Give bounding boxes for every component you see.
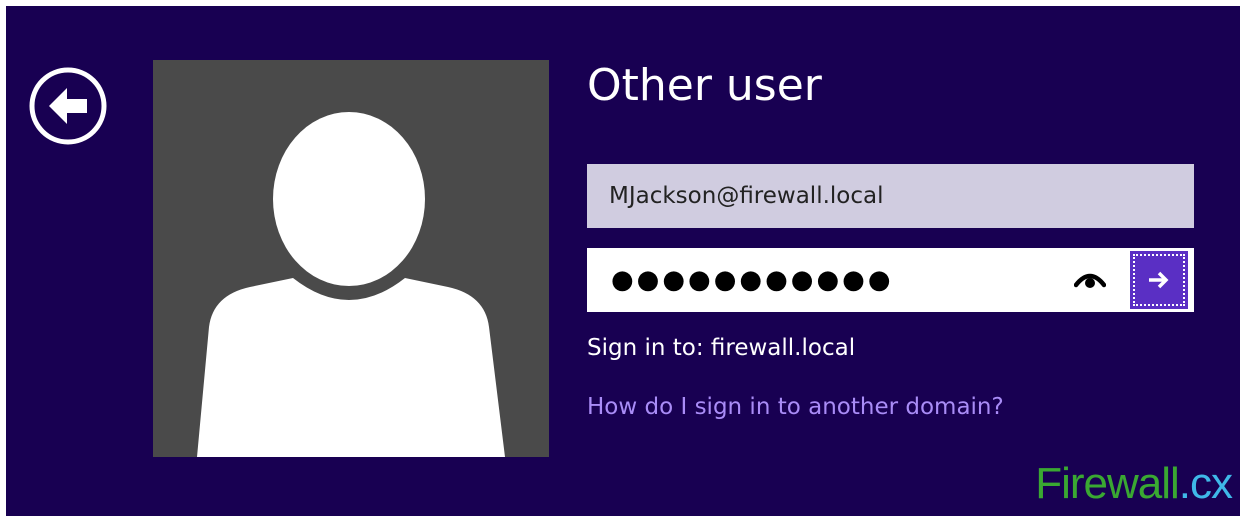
reveal-password-button[interactable]	[1073, 268, 1107, 292]
arrow-left-circle-icon	[29, 67, 107, 145]
user-silhouette-icon	[197, 112, 505, 457]
watermark-logo: Firewall.cx	[1035, 456, 1233, 512]
eye-icon	[1073, 273, 1107, 288]
sign-in-domain: Sign in to: firewall.local	[587, 335, 856, 361]
page-title: Other user	[587, 60, 822, 111]
watermark-part-2: .cx	[1178, 459, 1233, 508]
watermark-part-1: Firewall	[1035, 459, 1180, 508]
arrow-right-icon	[1149, 271, 1169, 289]
submit-button[interactable]	[1130, 251, 1188, 309]
back-button[interactable]	[26, 64, 110, 148]
username-field[interactable]: MJackson@firewall.local	[587, 164, 1194, 228]
password-field[interactable]: ●●●●●●●●●●●	[587, 248, 1194, 312]
login-screen: Other user MJackson@firewall.local ●●●●●…	[6, 6, 1240, 516]
other-domain-help-link[interactable]: How do I sign in to another domain?	[587, 394, 1004, 420]
password-value: ●●●●●●●●●●●	[611, 265, 894, 295]
user-avatar	[153, 60, 549, 457]
